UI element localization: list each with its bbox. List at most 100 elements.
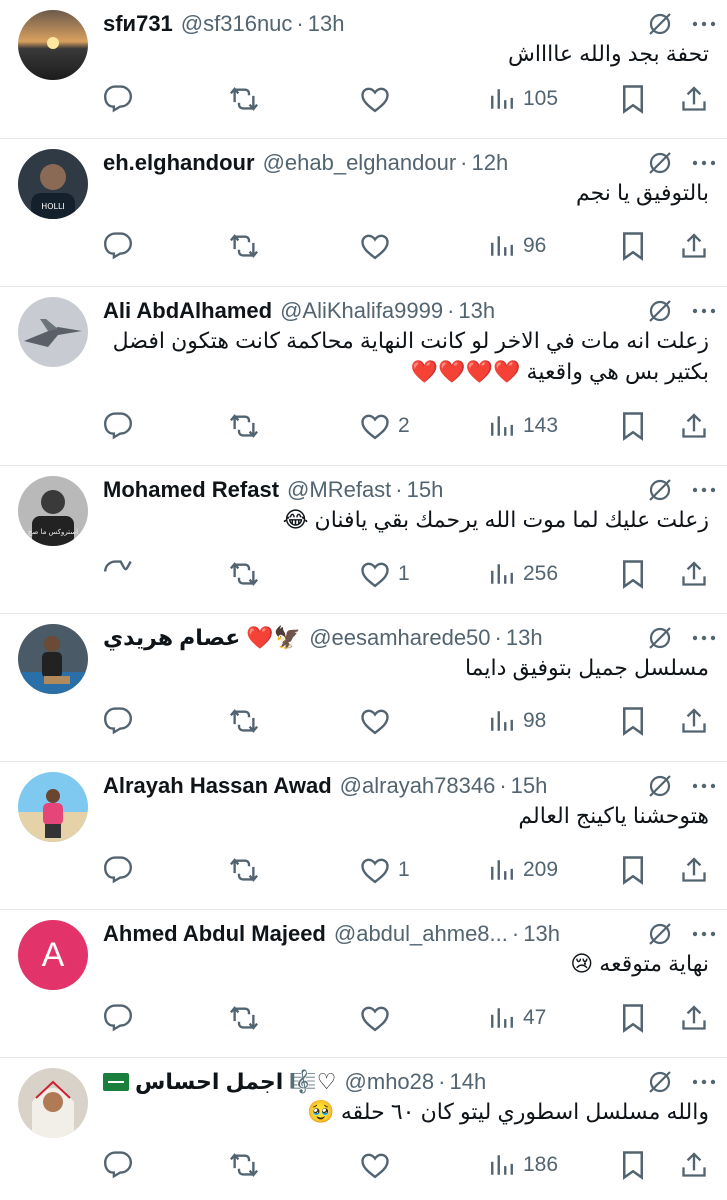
reply-button[interactable] [103,231,141,261]
more-options-icon[interactable] [691,486,717,494]
retweet-button[interactable] [228,1150,260,1180]
more-options-icon[interactable] [691,159,717,167]
bookmark-button[interactable] [620,855,646,885]
bookmark-button[interactable] [620,1003,646,1033]
timestamp[interactable]: 13h [506,625,543,651]
bookmark-button[interactable] [620,411,646,441]
tweet[interactable]: Alrayah Hassan Awad @alrayah78346 · 15h … [0,762,727,910]
more-options-icon[interactable] [691,930,717,938]
avatar[interactable] [18,297,88,367]
bookmark-button[interactable] [620,84,646,114]
grok-icon[interactable] [647,11,673,37]
bookmark-button[interactable] [620,1150,646,1180]
reply-button[interactable] [103,855,141,885]
user-handle[interactable]: @abdul_ahme8... [334,921,508,947]
tweet[interactable]: اجمل احساس 🎼♡ @mho28 · 14h والله مسلسل ا… [0,1058,727,1200]
like-button[interactable] [360,85,398,113]
like-button[interactable] [360,707,398,735]
timestamp[interactable]: 15h [407,477,444,503]
share-button[interactable] [680,1150,708,1180]
retweet-button[interactable] [228,855,260,885]
display-name[interactable]: Ali AbdAlhamed [103,298,272,324]
display-name[interactable]: Alrayah Hassan Awad [103,773,332,799]
timestamp[interactable]: 13h [458,298,495,324]
reply-button[interactable] [103,559,141,589]
share-button[interactable] [680,855,708,885]
user-handle[interactable]: @sf316nuc [181,11,293,37]
retweet-button[interactable] [228,559,260,589]
avatar[interactable]: A [18,920,88,990]
like-button[interactable]: 1 [360,856,410,884]
bookmark-button[interactable] [620,231,646,261]
display-name[interactable]: eh.elghandour [103,150,255,176]
grok-icon[interactable] [647,477,673,503]
views-button[interactable]: 143 [489,413,558,439]
timestamp[interactable]: 14h [449,1069,486,1095]
views-button[interactable]: 47 [489,1005,546,1031]
tweet[interactable]: HOLLI eh.elghandour @ehab_elghandour · 1… [0,139,727,287]
user-handle[interactable]: @MRefast [287,477,391,503]
tweet[interactable]: sfи731 @sf316nuc · 13h تحفة بجد والله عا… [0,0,727,139]
share-button[interactable] [680,231,708,261]
user-handle[interactable]: @eesamharede50 [309,625,490,651]
user-handle[interactable]: @AliKhalifa9999 [280,298,443,324]
avatar[interactable] [18,10,88,80]
share-button[interactable] [680,411,708,441]
grok-icon[interactable] [647,921,673,947]
avatar[interactable]: HOLLI [18,149,88,219]
like-button[interactable]: 1 [360,560,410,588]
views-button[interactable]: 98 [489,708,546,734]
like-button[interactable]: 2 [360,412,410,440]
tweet[interactable]: استروكس ما صح Mohamed Refast @MRefast · … [0,466,727,614]
reply-button[interactable] [103,84,141,114]
like-button[interactable] [360,1151,398,1179]
retweet-button[interactable] [228,411,260,441]
avatar[interactable]: استروكس ما صح [18,476,88,546]
reply-button[interactable] [103,706,141,736]
user-handle[interactable]: @alrayah78346 [340,773,496,799]
reply-button[interactable] [103,1003,141,1033]
views-button[interactable]: 96 [489,233,546,259]
avatar[interactable] [18,772,88,842]
display-name[interactable]: عصام هريدي ❤️🦅 [103,625,301,651]
timestamp[interactable]: 13h [523,921,560,947]
timestamp[interactable]: 12h [472,150,509,176]
views-button[interactable]: 256 [489,561,558,587]
retweet-button[interactable] [228,84,260,114]
views-button[interactable]: 209 [489,857,558,883]
share-button[interactable] [680,1003,708,1033]
timestamp[interactable]: 13h [308,11,345,37]
grok-icon[interactable] [647,625,673,651]
avatar[interactable] [18,1068,88,1138]
display-name[interactable]: Mohamed Refast [103,477,279,503]
grok-icon[interactable] [647,773,673,799]
tweet[interactable]: Ali AbdAlhamed @AliKhalifa9999 · 13h زعل… [0,287,727,466]
share-button[interactable] [680,706,708,736]
views-button[interactable]: 105 [489,86,558,112]
bookmark-button[interactable] [620,559,646,589]
share-button[interactable] [680,84,708,114]
tweet[interactable]: A Ahmed Abdul Majeed @abdul_ahme8... · 1… [0,910,727,1058]
user-handle[interactable]: @mho28 [345,1069,435,1095]
grok-icon[interactable] [647,298,673,324]
retweet-button[interactable] [228,706,260,736]
display-name[interactable]: sfи731 [103,11,173,37]
retweet-button[interactable] [228,231,260,261]
timestamp[interactable]: 15h [511,773,548,799]
like-button[interactable] [360,1004,398,1032]
more-options-icon[interactable] [691,634,717,642]
views-button[interactable]: 186 [489,1152,558,1178]
display-name[interactable]: Ahmed Abdul Majeed [103,921,326,947]
display-name[interactable]: اجمل احساس 🎼♡ [135,1069,337,1095]
user-handle[interactable]: @ehab_elghandour [263,150,457,176]
more-options-icon[interactable] [691,20,717,28]
grok-icon[interactable] [647,1069,673,1095]
more-options-icon[interactable] [691,1078,717,1086]
tweet[interactable]: عصام هريدي ❤️🦅 @eesamharede50 · 13h مسلس… [0,614,727,762]
like-button[interactable] [360,232,398,260]
reply-button[interactable] [103,411,141,441]
share-button[interactable] [680,559,708,589]
avatar[interactable] [18,624,88,694]
bookmark-button[interactable] [620,706,646,736]
reply-button[interactable] [103,1150,141,1180]
